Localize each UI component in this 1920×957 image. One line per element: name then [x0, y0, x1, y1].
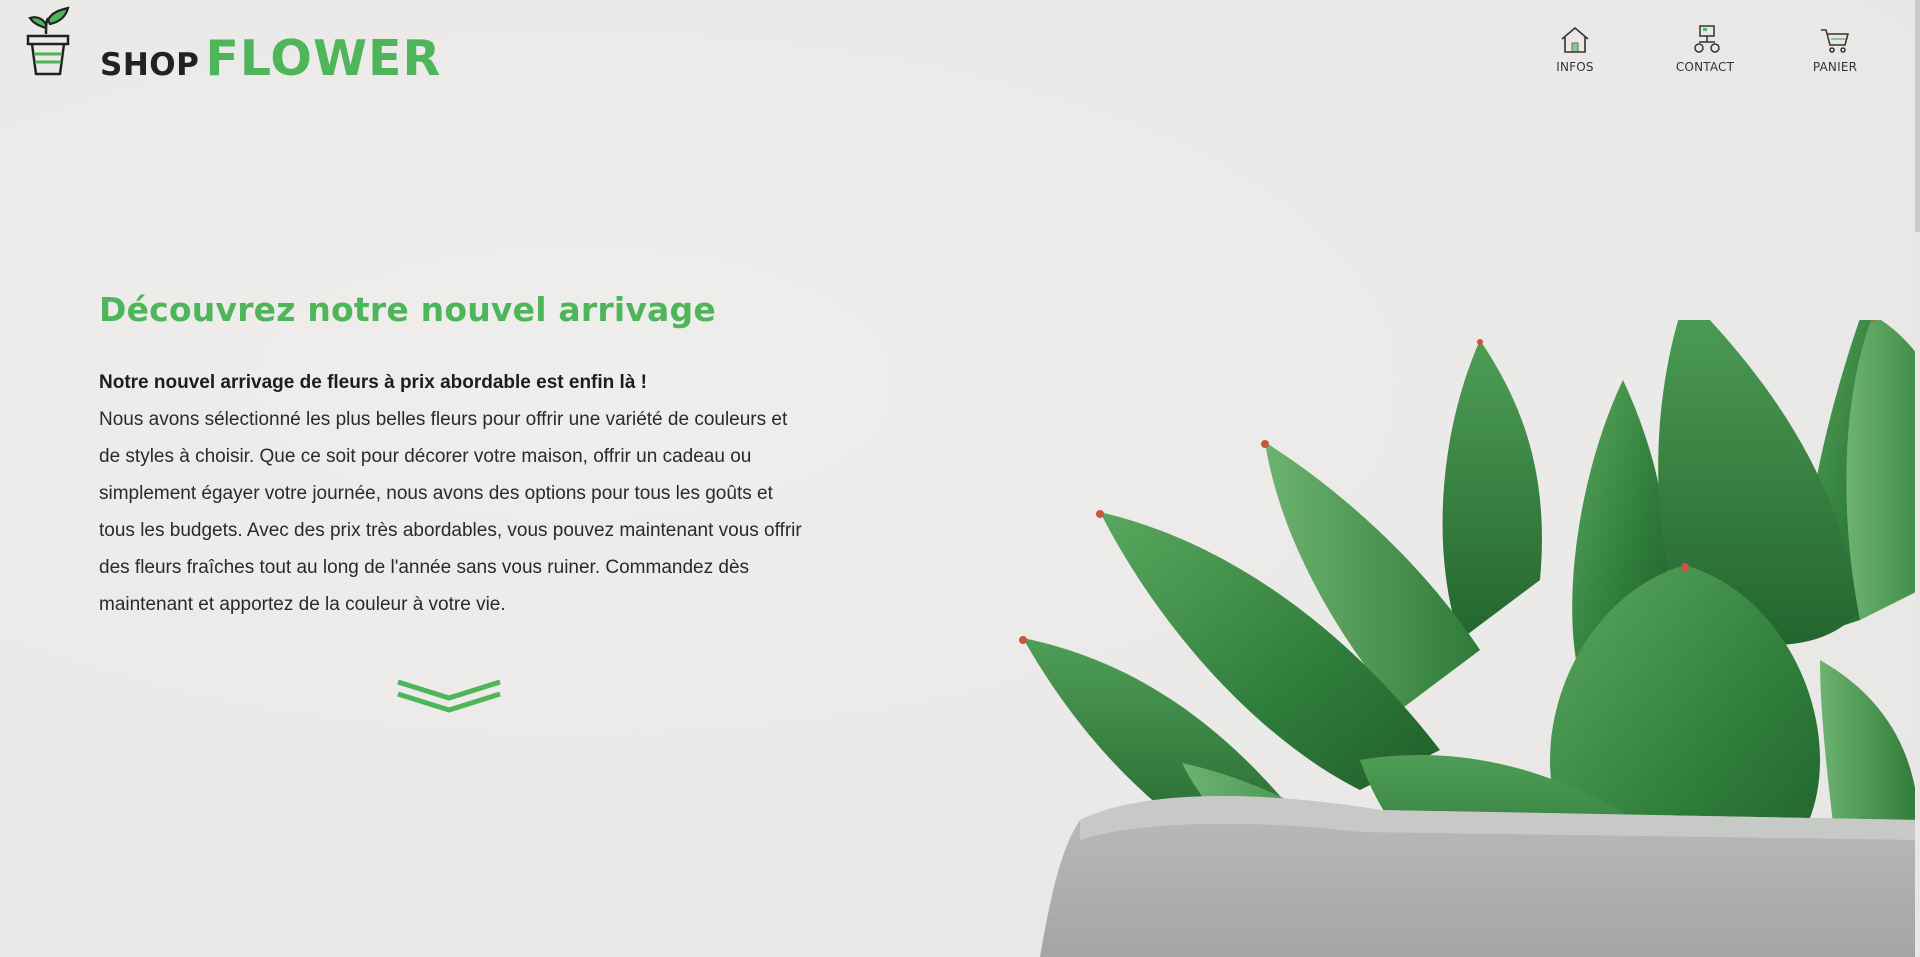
nav-label-contact: CONTACT	[1675, 60, 1735, 74]
hero-title: Découvrez notre nouvel arrivage	[99, 290, 716, 329]
flower-pot-icon	[26, 6, 70, 76]
logo[interactable]: SHOP FLOWER	[26, 6, 440, 87]
succulent-plant-image	[1019, 320, 1920, 957]
contact-network-icon	[1694, 25, 1720, 53]
site-header: SHOP FLOWER INFOS CONTACT PANIER	[0, 0, 1920, 95]
logo-flower-text: FLOWER	[205, 30, 442, 87]
nav-label-infos: INFOS	[1556, 60, 1594, 74]
nav-item-contact[interactable]: CONTACT	[1655, 24, 1755, 74]
logo-text: SHOP FLOWER	[100, 30, 441, 87]
logo-shop-text: SHOP	[100, 47, 200, 83]
hero-body: Nous avons sélectionné les plus belles f…	[99, 409, 802, 615]
scrollbar-track[interactable]	[1915, 0, 1920, 957]
double-chevron-down-icon[interactable]	[396, 678, 502, 714]
nav-label-panier: PANIER	[1812, 60, 1858, 74]
hero-lead: Notre nouvel arrivage de fleurs à prix a…	[99, 372, 647, 393]
home-icon	[1561, 26, 1589, 53]
scrollbar-thumb[interactable]	[1915, 0, 1920, 232]
hero-content: Découvrez notre nouvel arrivage Notre no…	[99, 290, 809, 623]
nav-item-panier[interactable]: PANIER	[1785, 24, 1885, 74]
nav-item-infos[interactable]: INFOS	[1525, 24, 1625, 74]
cart-icon	[1821, 29, 1849, 53]
